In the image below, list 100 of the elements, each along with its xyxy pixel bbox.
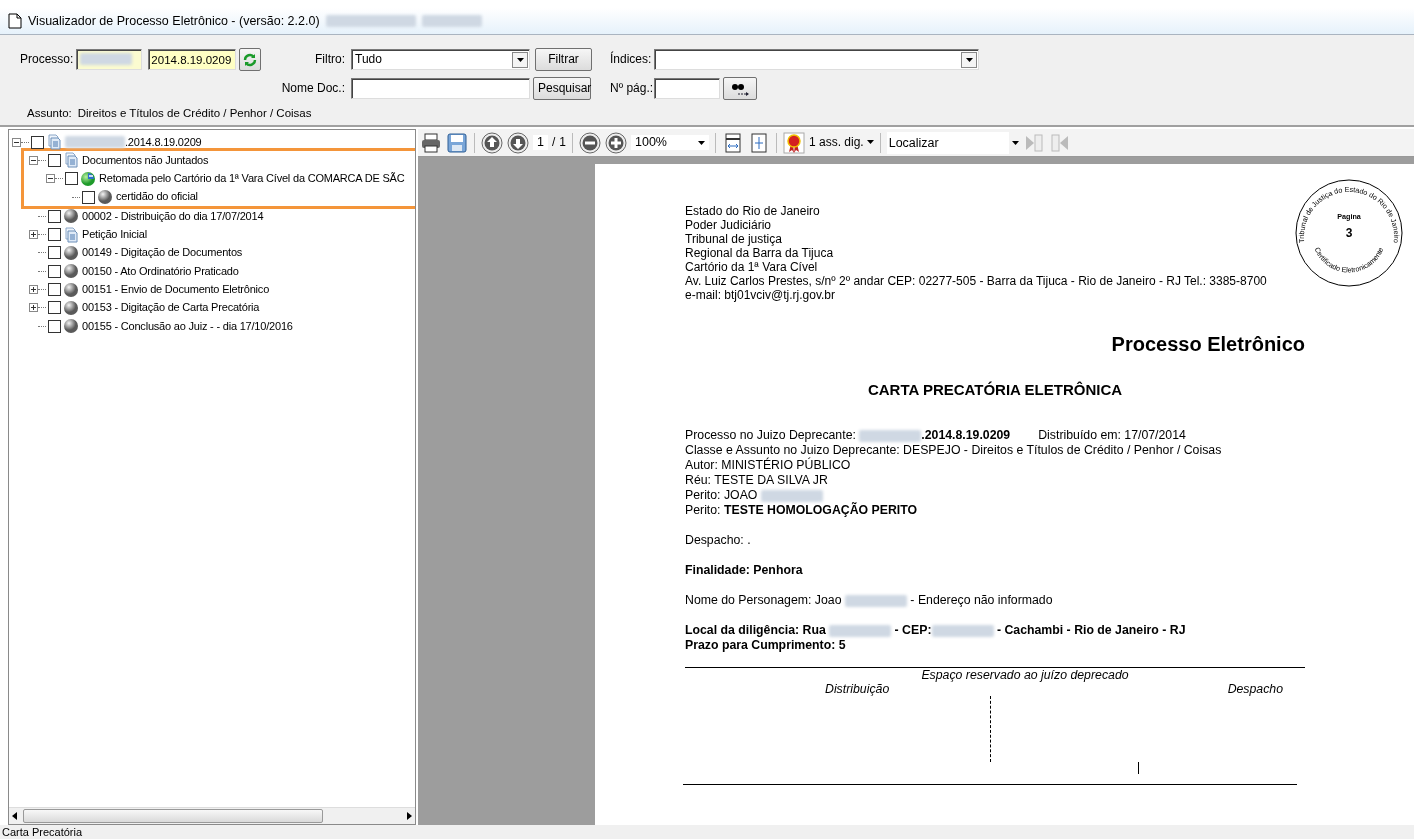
search-button[interactable]: Pesquisar xyxy=(533,77,591,100)
scroll-left-icon[interactable] xyxy=(11,812,19,820)
checkbox[interactable] xyxy=(82,190,95,204)
award-ribbon-icon[interactable] xyxy=(783,131,805,154)
caret-icon xyxy=(698,140,705,145)
tree-item-label[interactable]: 00155 - Conclusão ao Juiz - - dia 17/10/2016 xyxy=(82,319,293,333)
document-name-field[interactable] xyxy=(351,78,530,99)
processo-number-field[interactable]: 2014.8.19.0209 xyxy=(148,49,237,70)
tree-item-label[interactable]: certidão do oficial xyxy=(116,190,198,204)
tree-item-label[interactable]: 00153 - Digitação de Carta Precatória xyxy=(82,301,260,315)
document-text: Perito: JOAO xyxy=(685,488,759,503)
expand-icon[interactable] xyxy=(29,303,38,313)
document-name-label: Nome Doc.: xyxy=(280,81,346,96)
refresh-button[interactable] xyxy=(239,48,262,71)
page-down-icon[interactable] xyxy=(507,131,529,154)
window-title: Visualizador de Processo Eletrônico - (versão: 2.2.0) xyxy=(28,13,320,29)
scrollbar-thumb[interactable] xyxy=(23,809,323,823)
checkbox[interactable] xyxy=(48,301,61,315)
status-text: Carta Precatória xyxy=(0,825,1414,839)
document-text: Distribuído em: 17/07/2014 xyxy=(1038,428,1186,443)
signatures-dropdown[interactable]: 1 ass. dig. xyxy=(809,135,874,150)
document-text: .2014.8.19.0209 xyxy=(921,428,1011,443)
document-text: Classe e Assunto no Juizo Deprecante: DESPEJO - Direitos e Títulos de Crédito / Penhor / Coisas xyxy=(685,443,1222,457)
page-number-field[interactable] xyxy=(654,78,720,99)
caret-icon xyxy=(1011,140,1019,145)
collapse-icon[interactable] xyxy=(12,137,21,147)
print-icon[interactable] xyxy=(420,131,442,154)
go-to-page-button[interactable] xyxy=(723,77,757,100)
checkbox[interactable] xyxy=(48,319,61,333)
collapse-icon[interactable] xyxy=(29,155,38,165)
header-line: Cartório da 1ª Vara Cível xyxy=(685,260,819,274)
reserved-caption: Espaço reservado ao juízo deprecado xyxy=(920,668,1130,682)
checkbox[interactable] xyxy=(48,246,61,260)
tree-item-label[interactable]: 00150 - Ato Ordinatório Praticado xyxy=(82,264,239,278)
header-line: Estado do Rio de Janeiro xyxy=(685,204,821,218)
header-line: Regional da Barra da Tijuca xyxy=(685,246,835,260)
document-text: - Cachambi - Rio de Janeiro - RJ xyxy=(995,623,1186,638)
blurred-text xyxy=(421,15,482,27)
blurred-text xyxy=(829,624,892,637)
header-line: Av. Luiz Carlos Prestes, s/nº 2º andar CEP: 02277-505 - Barra da Tijuca - Rio de Janeiro - RJ Tel.: 3385-8700 xyxy=(685,274,1267,288)
processo-prefix-field[interactable] xyxy=(76,49,143,70)
subject-value: Direitos e Títulos de Crédito / Penhor / Coisas xyxy=(77,107,312,121)
expand-icon[interactable] xyxy=(29,285,38,294)
caret-icon xyxy=(866,140,874,145)
tree-item-label[interactable]: .2014.8.19.0209 xyxy=(125,135,202,149)
sphere-icon xyxy=(63,208,79,225)
save-icon[interactable] xyxy=(446,131,468,154)
tree-item-label[interactable]: 00151 - Envio de Documento Eletrônico xyxy=(82,282,270,297)
document-text: Local da diligência: Rua xyxy=(685,623,827,638)
header-line: Tribunal de justiça xyxy=(685,232,783,246)
reserved-left-label: Distribuição xyxy=(825,682,890,696)
page-up-icon[interactable] xyxy=(481,131,503,154)
fit-width-icon[interactable] xyxy=(722,131,744,154)
tree-item-label[interactable]: Retomada pelo Cartório da 1ª Vara Cível da COMARCA DE SÃC xyxy=(99,172,405,186)
document-text: TESTE HOMOLOGAÇÃO PERITO xyxy=(723,503,918,518)
documents-icon xyxy=(63,152,79,169)
indices-label: Índices: xyxy=(610,52,653,67)
sphere-icon xyxy=(63,318,79,335)
document-title: Processo Eletrônico xyxy=(1110,332,1305,356)
document-text: Finalidade: Penhora xyxy=(685,563,803,578)
zoom-in-icon[interactable] xyxy=(605,131,627,154)
refresh-icon xyxy=(242,51,259,68)
checkbox[interactable] xyxy=(48,209,61,223)
document-text: Réu: TESTE DA SILVA JR xyxy=(685,473,828,488)
filter-label: Filtro: xyxy=(315,52,346,67)
reserved-right-label: Despacho xyxy=(1227,682,1283,696)
tree-item-label[interactable]: Petição Inicial xyxy=(82,228,147,242)
expand-icon[interactable] xyxy=(29,230,38,240)
zoom-out-icon[interactable] xyxy=(579,131,601,154)
blurred-text xyxy=(859,429,922,442)
checkbox[interactable] xyxy=(48,264,61,278)
document-heading: CARTA PRECATÓRIA ELETRÔNICA xyxy=(866,383,1124,397)
checkbox[interactable] xyxy=(48,283,61,296)
current-page-field[interactable]: 1 xyxy=(533,135,548,150)
sphere-icon xyxy=(97,189,113,206)
filter-button[interactable]: Filtrar xyxy=(535,48,592,71)
horizontal-scrollbar[interactable] xyxy=(9,807,415,824)
document-text: Nome do Personagem: Joao xyxy=(685,593,843,608)
zoom-dropdown[interactable]: 100% xyxy=(631,135,709,150)
collapse-icon[interactable] xyxy=(46,174,55,184)
tree-item-label[interactable]: Documentos não Juntados xyxy=(82,153,209,168)
sphere-icon xyxy=(63,299,79,316)
indices-dropdown[interactable] xyxy=(654,49,979,70)
tree-item-label[interactable]: 00002 - Distribuição do dia 17/07/2014 xyxy=(82,209,264,223)
checkbox[interactable] xyxy=(65,172,78,186)
total-pages: 1 xyxy=(559,135,566,150)
scroll-right-icon[interactable] xyxy=(405,812,413,820)
checkbox[interactable] xyxy=(48,153,61,167)
document-text: - CEP: xyxy=(893,623,932,638)
document-text: Processo no Juizo Deprecante: xyxy=(685,428,857,443)
filter-dropdown[interactable]: Tudo xyxy=(351,49,530,70)
page-separator: / xyxy=(551,135,556,150)
dropdown-arrow-icon xyxy=(516,57,524,62)
processo-label: Processo: xyxy=(20,52,74,67)
tree-item-label[interactable]: 00149 - Digitação de Documentos xyxy=(82,246,243,260)
header-line: e-mail: btj01vciv@tj.rj.gov.br xyxy=(685,288,836,302)
blurred-text xyxy=(760,489,823,502)
find-field[interactable]: Localizar xyxy=(886,131,1009,154)
checkbox[interactable] xyxy=(31,135,44,149)
checkbox[interactable] xyxy=(48,228,61,242)
